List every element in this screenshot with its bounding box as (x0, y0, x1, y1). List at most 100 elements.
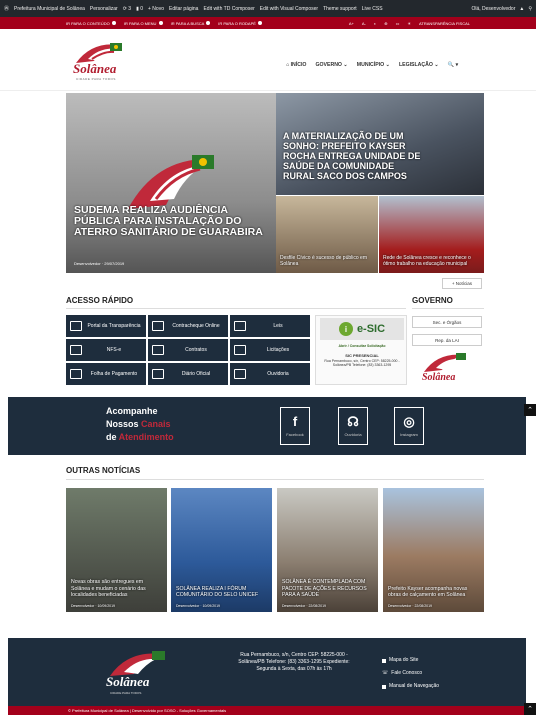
site-logo[interactable]: Solânea CIDADE PARA TODOS (70, 39, 136, 81)
quick-bids[interactable]: Licitações (230, 339, 310, 361)
contrast-icon[interactable]: ◐ (374, 21, 376, 26)
lai-report-button[interactable]: Rep. da LAI (412, 334, 482, 346)
quick-payslip-label: Contracheque Online (172, 323, 220, 329)
news-card-meta: Desenvolvedor · 22/08/2019 (388, 604, 433, 608)
admin-updates-link[interactable]: ⟳ 3 (123, 6, 131, 12)
admin-site-link[interactable]: Prefeitura Municipal de Solânea (14, 6, 85, 12)
headset-icon: ☊ (347, 414, 359, 429)
nav-governo[interactable]: GOVERNO ⌄ (315, 62, 347, 68)
news-card-title[interactable]: Prefeito Kayser acompanha novas obras de… (388, 586, 480, 598)
social-line2a: Nossos (106, 419, 142, 429)
admin-customize-link[interactable]: Personalizar (90, 6, 118, 12)
quick-laws[interactable]: Leis (230, 315, 310, 337)
quick-ombudsman[interactable]: Ouvidoria (230, 363, 310, 385)
news-card-title[interactable]: SOLÂNEA É CONTEMPLADA COM PACOTE DE AÇÕE… (282, 579, 374, 598)
manual-link[interactable]: Manual de Navegação (382, 680, 439, 693)
skip-search-link[interactable]: IR PARA A BUSCA (171, 21, 211, 26)
news-card[interactable]: Novas obras são entregues em Solânea e m… (66, 488, 167, 612)
featured-second-title[interactable]: A MATERIALIZAÇÃO DE UM SONHO: PREFEITO K… (283, 131, 423, 181)
transparency-link[interactable]: ATRANSPARÊNCIA FISCAL (419, 21, 470, 26)
secretarias-button[interactable]: Sec. e Órgãos (412, 316, 482, 328)
accessibility-icon[interactable]: ⊕ (384, 21, 387, 26)
nav-municipio[interactable]: MUNICÍPIO ⌄ (357, 62, 390, 68)
quick-payroll[interactable]: Folha de Pagamento (66, 363, 146, 385)
governo-divider (412, 308, 484, 309)
quick-transparency[interactable]: Portal da Transparência (66, 315, 146, 337)
updates-count: 3 (128, 5, 132, 12)
wordpress-icon[interactable]: Ⓦ (4, 5, 9, 12)
nav-inicio[interactable]: ⌂ INÍCIO (286, 62, 306, 68)
user-avatar-icon[interactable]: ▲ (519, 6, 524, 12)
news-card[interactable]: Prefeito Kayser acompanha novas obras de… (383, 488, 484, 612)
featured-fourth-title[interactable]: Rede de Solânea cresce e reconhece o óti… (383, 255, 478, 267)
sitemap-label: Mapa do Site (389, 657, 419, 663)
social-line3a: de (106, 432, 119, 442)
featured-third[interactable]: Desfile Cívico é sucesso de público em S… (276, 196, 378, 273)
featured-fourth[interactable]: Rede de Solânea cresce e reconhece o óti… (379, 196, 484, 273)
news-card[interactable]: SOLÂNEA REALIZA I FÓRUM COMUNITÁRIO DO S… (171, 488, 272, 612)
instagram-label: Instagram (400, 432, 418, 437)
scroll-top-button-footer[interactable]: ⌃ (524, 703, 536, 715)
font-increase-button[interactable]: A+ (349, 21, 354, 26)
document-icon (234, 321, 246, 331)
sign-language-icon[interactable]: ▭ (396, 21, 400, 26)
news-card[interactable]: SOLÂNEA É CONTEMPLADA COM PACOTE DE AÇÕE… (277, 488, 378, 612)
copyright-text: © Prefeitura Municipal de Solânea | Dese… (68, 708, 227, 713)
esic-presential: SIC PRESENCIAL Rua Pernambuco, s/n, Cent… (320, 353, 404, 368)
news-card-title[interactable]: Novas obras são entregues em Solânea e m… (71, 579, 163, 598)
news-card-meta: Desenvolvedor · 10/09/2019 (71, 604, 116, 608)
featured-main-meta: Desenvolvedor · 29/07/2019 (74, 261, 125, 266)
quick-nfse[interactable]: NFS-e (66, 339, 146, 361)
admin-bar: Ⓦ Prefeitura Municipal de Solânea Person… (0, 0, 536, 17)
book-icon (152, 369, 164, 379)
news-card-date: 22/08/2019 (308, 604, 327, 608)
search-doc-icon (70, 321, 82, 331)
ouvidoria-label: Ouvidoria (344, 432, 362, 437)
nav-search-icon[interactable]: 🔍 ▾ (448, 62, 459, 68)
nav-legislacao[interactable]: LEGISLAÇÃO ⌄ (399, 62, 439, 68)
other-news-divider (66, 479, 484, 480)
shortcut-2-icon (158, 21, 163, 26)
social-line1: Acompanhe (106, 406, 158, 416)
scroll-top-button[interactable]: ⌃ (524, 404, 536, 416)
featured-third-title[interactable]: Desfile Cívico é sucesso de público em S… (280, 255, 375, 267)
news-card-title[interactable]: SOLÂNEA REALIZA I FÓRUM COMUNITÁRIO DO S… (176, 586, 268, 598)
facebook-button[interactable]: f Facebook (280, 407, 310, 445)
featured-main-title[interactable]: SUDEMA REALIZA AUDIÊNCIA PÚBLICA PARA IN… (74, 205, 268, 238)
quick-ombudsman-label: Ouvidoria (267, 371, 289, 377)
featured-second[interactable]: A MATERIALIZAÇÃO DE UM SONHO: PREFEITO K… (276, 93, 484, 195)
chevron-up-icon: ⌃ (527, 407, 533, 414)
admin-search-icon[interactable]: ⚲ (528, 6, 532, 12)
theme-icon[interactable]: ☀ (407, 21, 411, 26)
skip-content-link[interactable]: IR PARA O CONTEÚDO (66, 21, 116, 26)
quick-contracts[interactable]: Contratos (148, 339, 228, 361)
featured-main-date: 29/07/2019 (104, 261, 125, 266)
comments-count: 0 (140, 5, 143, 12)
ouvidoria-button[interactable]: ☊ Ouvidoria (338, 407, 368, 445)
copyright-bar: © Prefeitura Municipal de Solânea | Dese… (8, 706, 526, 715)
font-decrease-button[interactable]: A- (362, 21, 366, 26)
esic-box[interactable]: i e-SIC Abrir / Consultar Solicitação SI… (315, 315, 407, 385)
admin-edit-link[interactable]: Editar página (169, 6, 198, 12)
skip-menu-link[interactable]: IR PARA O MENU (124, 21, 163, 26)
more-news-button[interactable]: + Notícias (442, 278, 482, 289)
admin-new-link[interactable]: + Novo (148, 6, 164, 12)
admin-vc-link[interactable]: Edit with Visual Composer (260, 6, 318, 12)
quick-payslip[interactable]: Contracheque Online (148, 315, 228, 337)
footer-logo[interactable]: Solânea CIDADE PARA TODOS (104, 648, 176, 696)
contact-link[interactable]: ☏ Fale Conosco (382, 667, 439, 680)
admin-comments-link[interactable]: ▮ 0 (136, 6, 143, 12)
admin-theme-link[interactable]: Theme support (323, 6, 357, 12)
quick-gazette[interactable]: Diário Oficial (148, 363, 228, 385)
admin-css-link[interactable]: Live CSS (362, 6, 383, 12)
featured-main[interactable]: SUDEMA REALIZA AUDIÊNCIA PÚBLICA PARA IN… (66, 93, 276, 273)
news-card-meta: Desenvolvedor · 10/09/2019 (176, 604, 221, 608)
admin-user-link[interactable]: Olá, Desenvolvedor (471, 6, 515, 12)
contract-icon (152, 345, 164, 355)
sitemap-link[interactable]: Mapa do Site (382, 654, 439, 667)
skip-footer-link[interactable]: IR PARA O RODAPÉ (218, 21, 263, 26)
esic-access-link[interactable]: Abrir / Consultar Solicitação (320, 344, 404, 348)
admin-td-link[interactable]: Edit with TD Composer (203, 6, 254, 12)
instagram-button[interactable]: ◎ Instagram (394, 407, 424, 445)
facebook-icon: f (292, 414, 298, 429)
